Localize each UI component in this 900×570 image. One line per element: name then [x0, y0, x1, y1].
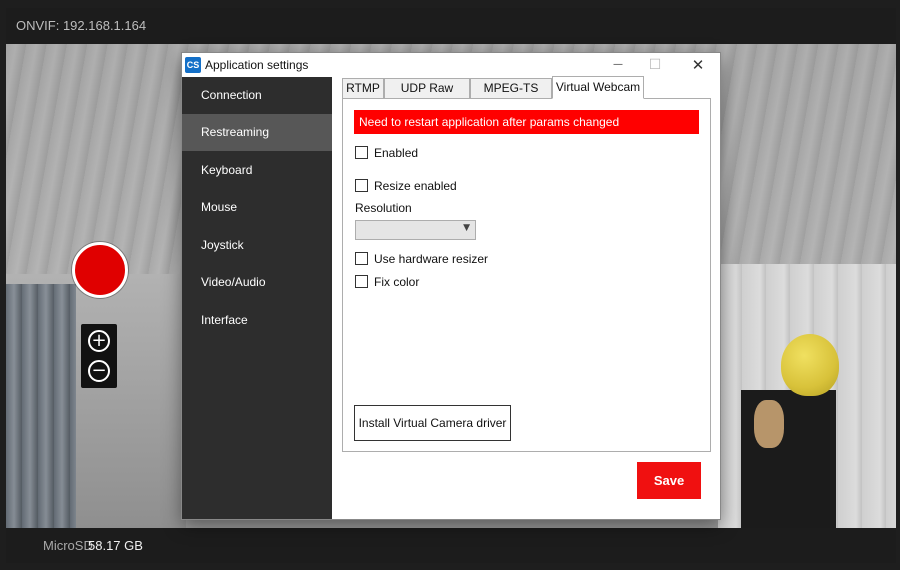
dialog-title: Application settings	[205, 58, 309, 72]
storage-label: MicroSD	[43, 538, 93, 553]
doll-image-area	[754, 400, 784, 448]
sidebar-item-video-audio[interactable]: Video/Audio	[182, 264, 332, 301]
fix-color-label: Fix color	[374, 275, 420, 289]
enabled-checkbox-box[interactable]	[355, 146, 368, 159]
status-bar: MicroSD 58.17 GB	[6, 528, 896, 563]
resolution-label: Resolution	[355, 201, 412, 215]
tab-rtmp[interactable]: RTMP	[342, 78, 384, 99]
close-icon[interactable]: ✕	[680, 53, 716, 77]
hardware-resizer-label: Use hardware resizer	[374, 252, 489, 266]
hardware-resizer-checkbox-box[interactable]	[355, 252, 368, 265]
fix-color-checkbox[interactable]: Fix color	[355, 274, 419, 290]
enabled-checkbox[interactable]: Enabled	[355, 145, 418, 161]
resize-enabled-checkbox-box[interactable]	[355, 179, 368, 192]
zoom-in-icon[interactable]: +	[88, 330, 110, 352]
sidebar-item-keyboard[interactable]: Keyboard	[182, 152, 332, 189]
tab-virtual-webcam[interactable]: Virtual Webcam	[552, 76, 644, 99]
plush-toy-image-area	[781, 334, 839, 396]
chevron-down-icon: ▼	[463, 223, 470, 233]
sidebar-item-restreaming[interactable]: Restreaming	[182, 114, 332, 151]
hardware-resizer-checkbox[interactable]: Use hardware resizer	[355, 251, 488, 267]
install-virtual-camera-driver-button[interactable]: Install Virtual Camera driver	[354, 405, 511, 441]
settings-sidebar: Connection Restreaming Keyboard Mouse Jo…	[182, 77, 332, 519]
curtain-image-area	[6, 284, 76, 528]
minimize-icon[interactable]: —	[600, 53, 636, 77]
tab-mpeg-ts-udp[interactable]: MPEG-TS UDP	[470, 78, 552, 114]
restart-warning-banner: Need to restart application after params…	[354, 110, 699, 134]
app-title: ONVIF: 192.168.1.164	[6, 8, 896, 44]
maximize-icon[interactable]: ☐	[637, 53, 673, 77]
app-logo-icon: CS	[185, 57, 201, 73]
zoom-panel: + −	[81, 324, 117, 388]
settings-dialog: CS Application settings — ☐ ✕ Connection…	[182, 53, 720, 519]
zoom-out-icon[interactable]: −	[88, 360, 110, 382]
resize-enabled-label: Resize enabled	[374, 179, 457, 193]
virtual-webcam-panel: Need to restart application after params…	[342, 98, 711, 452]
sidebar-item-joystick[interactable]: Joystick	[182, 227, 332, 264]
record-button[interactable]	[72, 242, 128, 298]
sidebar-item-interface[interactable]: Interface	[182, 302, 332, 339]
storage-value: 58.17 GB	[88, 538, 143, 553]
resize-enabled-checkbox[interactable]: Resize enabled	[355, 178, 457, 194]
enabled-label: Enabled	[374, 146, 419, 160]
resolution-select[interactable]: ▼	[355, 220, 476, 240]
dialog-titlebar[interactable]: CS Application settings — ☐ ✕	[182, 53, 720, 77]
tab-udp-raw-h264[interactable]: UDP Raw H264	[384, 78, 470, 114]
save-button[interactable]: Save	[637, 462, 701, 499]
sidebar-item-mouse[interactable]: Mouse	[182, 189, 332, 226]
fix-color-checkbox-box[interactable]	[355, 275, 368, 288]
sidebar-item-connection[interactable]: Connection	[182, 77, 332, 114]
